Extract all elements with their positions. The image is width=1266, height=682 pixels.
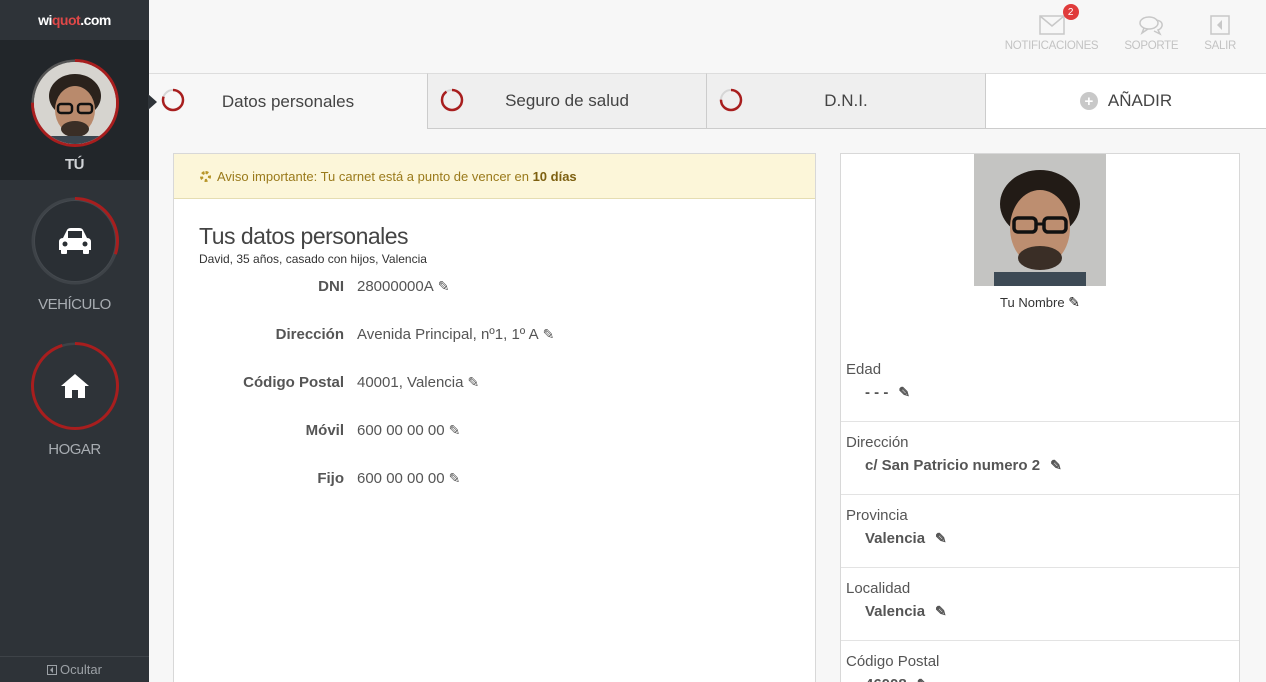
field-label: Código Postal <box>243 374 344 391</box>
car-icon <box>33 200 116 282</box>
home-progress-ring <box>30 341 120 431</box>
tab-label: AÑADIR <box>1107 91 1173 110</box>
support-label: SOPORTE <box>1124 40 1179 52</box>
support-button[interactable]: SOPORTE <box>1124 10 1179 52</box>
vehicle-progress-ring <box>30 196 120 286</box>
sidebar: wi quot .com TÚ VEHÍCULO HOGAR Ocultar <box>0 0 149 682</box>
sidebar-item-hogar[interactable]: HOGAR <box>0 341 149 458</box>
tab-label: Datos personales <box>221 91 355 111</box>
data-row-direccion: Dirección Avenida Principal, nº1, 1º A ✎ <box>174 326 815 374</box>
field-value: Avenida Principal, nº1, 1º A <box>357 326 539 343</box>
field-value: 28000000A <box>357 278 434 295</box>
profile-field-direccion: Dirección c/ San Patricio numero 2 ✎ <box>841 422 1239 495</box>
pencil-icon[interactable]: ✎ <box>917 676 929 682</box>
exit-icon <box>1210 10 1230 40</box>
field-label: Localidad <box>846 580 911 597</box>
field-label: Código Postal <box>846 653 940 670</box>
tab-label: D.N.I. <box>824 91 868 110</box>
profile-photo[interactable] <box>974 154 1106 286</box>
tab-dni[interactable]: D.N.I. <box>707 73 986 129</box>
gear-icon <box>200 170 211 182</box>
pencil-icon[interactable]: ✎ <box>438 278 450 295</box>
notification-badge: 2 <box>1062 4 1079 20</box>
brand-logo[interactable]: wi quot .com <box>0 0 149 40</box>
sidebar-item-vehiculo[interactable]: VEHÍCULO <box>0 196 149 313</box>
hide-sidebar-button[interactable]: Ocultar <box>0 656 149 682</box>
pencil-icon[interactable]: ✎ <box>543 326 555 343</box>
field-value: Valencia <box>865 530 926 547</box>
profile-fields: Edad - - - ✎ Dirección c/ San Patricio nu… <box>841 349 1239 682</box>
pencil-icon[interactable]: ✎ <box>1068 294 1080 311</box>
sidebar-item-label: TÚ <box>65 156 85 173</box>
field-label: Edad <box>846 361 882 378</box>
collapse-icon <box>47 664 58 675</box>
field-value: 600 00 00 00 <box>357 422 445 439</box>
page-title: Tus datos personales <box>199 223 409 249</box>
tab-add[interactable]: + AÑADIR <box>986 73 1266 129</box>
tab-progress-icon <box>440 88 464 112</box>
profile-field-localidad: Localidad Valencia ✎ <box>841 568 1239 641</box>
profile-field-codigo-postal: Código Postal 46008 ✎ <box>841 641 1239 682</box>
field-label: Dirección <box>275 326 344 343</box>
data-row-fijo: Fijo 600 00 00 00 ✎ <box>174 470 815 518</box>
field-label: Provincia <box>846 507 908 524</box>
personal-data-list: DNI 28000000A ✎ Dirección Avenida Princip… <box>174 278 815 518</box>
home-icon <box>33 345 116 427</box>
exit-label: SALIR <box>1204 40 1236 52</box>
profile-field-provincia: Provincia Valencia ✎ <box>841 495 1239 568</box>
field-value: c/ San Patricio numero 2 <box>865 457 1041 474</box>
pencil-icon[interactable]: ✎ <box>898 384 910 401</box>
profile-name[interactable]: Tu Nombre ✎ <box>1000 294 1080 311</box>
tab-datos-personales[interactable]: Datos personales <box>148 73 428 129</box>
personal-data-panel: Aviso importante: Tu carnet está a punto… <box>173 153 816 682</box>
section-tabs: Datos personales Seguro de salud D.N.I. … <box>148 73 1266 129</box>
user-avatar <box>33 62 116 144</box>
tab-seguro-de-salud[interactable]: Seguro de salud <box>428 73 707 129</box>
tab-progress-icon <box>161 88 185 112</box>
field-label: Fijo <box>317 470 344 487</box>
field-label: Móvil <box>305 422 344 439</box>
envelope-icon: 2 <box>1038 4 1079 40</box>
field-value: 40001, Valencia <box>357 374 464 391</box>
data-row-movil: Móvil 600 00 00 00 ✎ <box>174 422 815 470</box>
expiry-notice: Aviso importante: Tu carnet está a punto… <box>174 154 815 199</box>
tab-progress-icon <box>719 88 743 112</box>
sidebar-item-label: VEHÍCULO <box>38 296 111 313</box>
exit-button[interactable]: SALIR <box>1204 10 1236 52</box>
hide-label: Ocultar <box>60 662 102 677</box>
field-value: 600 00 00 00 <box>357 470 445 487</box>
field-label: Dirección <box>846 434 909 451</box>
notifications-button[interactable]: 2 NOTIFICACIONES <box>1004 4 1099 52</box>
profile-progress-ring <box>30 58 120 148</box>
plus-icon: + <box>1079 92 1098 110</box>
profile-field-edad: Edad - - - ✎ <box>841 349 1239 422</box>
notice-text: Aviso importante: Tu carnet está a punto… <box>217 168 529 184</box>
data-row-codigo-postal: Código Postal 40001, Valencia ✎ <box>174 374 815 422</box>
pencil-icon[interactable]: ✎ <box>449 422 461 439</box>
active-tab-arrow <box>148 94 157 110</box>
data-row-dni: DNI 28000000A ✎ <box>174 278 815 326</box>
sidebar-item-tu[interactable]: TÚ <box>0 40 149 180</box>
pencil-icon[interactable]: ✎ <box>935 530 947 547</box>
pencil-icon[interactable]: ✎ <box>449 470 461 487</box>
notice-highlight: 10 días <box>532 168 577 184</box>
pencil-icon[interactable]: ✎ <box>935 603 947 620</box>
pencil-icon[interactable]: ✎ <box>1050 457 1062 474</box>
field-value: Valencia <box>865 603 926 620</box>
page-subtitle: David, 35 años, casado con hijos, Valenc… <box>199 252 427 266</box>
field-value: - - - <box>865 384 889 401</box>
pencil-icon[interactable]: ✎ <box>467 374 479 391</box>
top-bar: 2 NOTIFICACIONES SOPORTE SALIR <box>149 0 1266 73</box>
tab-label: Seguro de salud <box>505 91 629 110</box>
profile-panel: Tu Nombre ✎ Edad - - - ✎ Dirección c/ San… <box>840 153 1240 682</box>
notifications-label: NOTIFICACIONES <box>1004 40 1099 52</box>
field-value: 46008 <box>865 676 907 682</box>
sidebar-item-label: HOGAR <box>48 441 101 458</box>
field-label: DNI <box>318 278 344 295</box>
chat-icon <box>1138 10 1164 40</box>
